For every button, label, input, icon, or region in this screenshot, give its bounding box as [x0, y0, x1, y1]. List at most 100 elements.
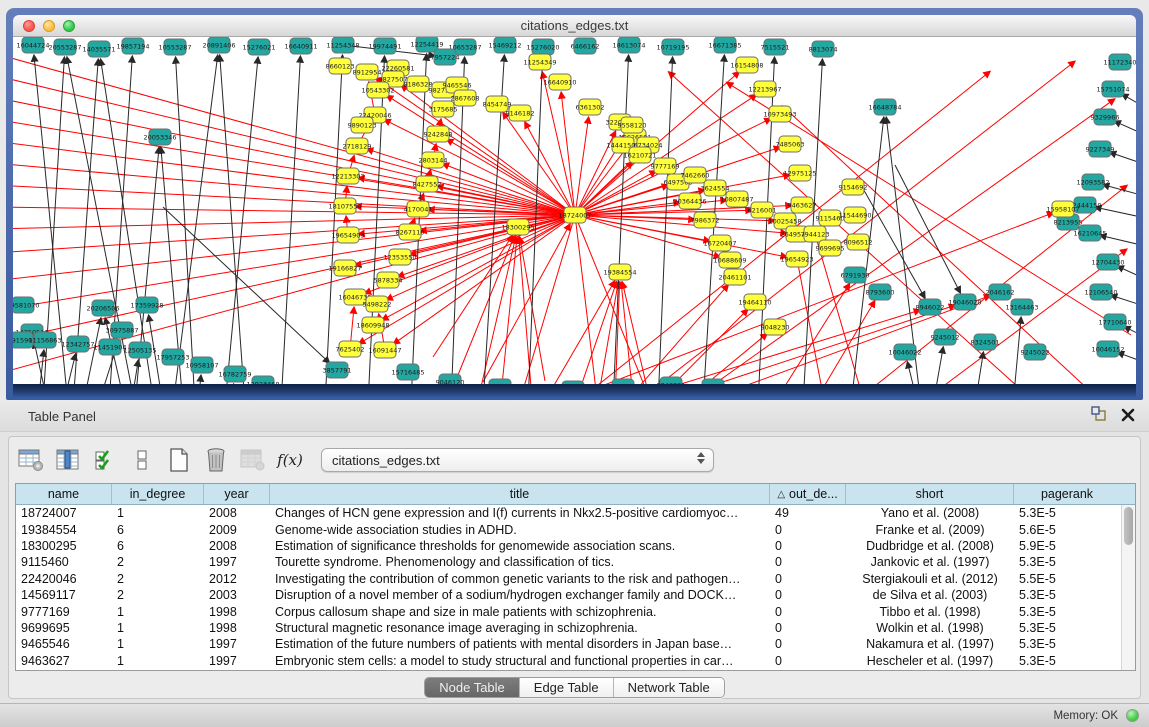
table-row[interactable]: 969969511998Structural magnetic resonanc… [16, 620, 1135, 636]
graph-node[interactable]: 9245012 [931, 329, 960, 345]
graph-edge[interactable] [220, 55, 245, 384]
graph-node[interactable]: 2718129 [343, 138, 372, 154]
graph-edge[interactable] [38, 350, 44, 384]
column-header-pagerank[interactable]: pagerank [1014, 484, 1120, 504]
graph-node[interactable]: 19046020 [948, 294, 981, 310]
tab-network-table[interactable]: Network Table [614, 678, 724, 697]
table-row[interactable]: 1830029562008Estimation of significance … [16, 538, 1135, 554]
graph-node[interactable]: 19166827 [328, 260, 361, 276]
graph-node[interactable]: 15751074 [1096, 81, 1129, 97]
graph-edge[interactable] [503, 112, 575, 215]
column-header-title[interactable]: title [270, 484, 770, 504]
graph-node[interactable]: 12093582 [1076, 174, 1109, 190]
graph-node[interactable]: 4170041 [404, 201, 433, 217]
graph-node[interactable]: 8346221 [657, 377, 686, 384]
graph-node[interactable]: 9227349 [1086, 141, 1115, 157]
graph-edge[interactable] [481, 237, 516, 384]
graph-node[interactable]: 15276021 [242, 39, 275, 55]
graph-node[interactable]: 20461101 [718, 269, 751, 285]
show-column-button[interactable] [54, 446, 82, 474]
graph-node[interactable]: 19857194 [116, 38, 149, 54]
graph-node[interactable]: 9890123 [348, 117, 377, 133]
graph-edge[interactable] [13, 215, 575, 280]
graph-node[interactable]: 5498222 [363, 296, 392, 312]
graph-edge[interactable] [325, 55, 343, 384]
graph-node[interactable]: 9777169 [651, 158, 680, 174]
column-header-in-degree[interactable]: in_degree [112, 484, 204, 504]
graph-node[interactable]: 10958107 [185, 357, 218, 373]
graph-node[interactable]: 9154692 [839, 179, 868, 195]
graph-node[interactable]: 9329966 [1091, 109, 1120, 125]
graph-edge[interactable] [561, 92, 575, 215]
graph-node[interactable]: 15716485 [391, 364, 424, 380]
network-canvas[interactable]: 1604472420553287140355711985719410553287… [13, 37, 1136, 384]
graph-node[interactable]: 7625402 [336, 341, 365, 357]
graph-edge[interactable] [225, 57, 258, 384]
graph-edge[interactable] [501, 237, 517, 384]
graph-edge[interactable] [975, 352, 983, 384]
graph-edge[interactable] [386, 95, 575, 215]
graph-edge[interactable] [653, 309, 748, 384]
function-builder-button[interactable]: f(x) [276, 446, 304, 474]
table-row[interactable]: 2242004622012Investigating the contribut… [16, 571, 1135, 587]
graph-node[interactable]: 16154808 [730, 57, 763, 73]
graph-node[interactable]: 5878334 [374, 272, 403, 288]
memory-status-indicator[interactable] [1126, 709, 1139, 722]
graph-node[interactable]: 8096512 [844, 234, 873, 250]
graph-node[interactable]: 18609948 [356, 317, 389, 333]
graph-node[interactable]: 16640910 [543, 74, 576, 90]
graph-edge[interactable] [483, 224, 570, 382]
graph-node[interactable]: 6791930 [841, 267, 870, 283]
graph-node[interactable]: 8660123 [326, 58, 355, 74]
graph-node[interactable]: 11254349 [523, 54, 556, 70]
graph-edge[interactable] [1122, 94, 1136, 105]
graph-edge[interactable] [198, 375, 201, 384]
graph-node[interactable]: 3175685 [429, 101, 458, 117]
graph-node[interactable]: 30975887 [105, 322, 138, 338]
graph-edge[interactable] [442, 164, 575, 215]
graph-node[interactable]: 12342757 [61, 336, 94, 352]
graph-node[interactable]: 19654923 [780, 251, 813, 267]
graph-node[interactable]: 2867608 [451, 90, 480, 106]
graph-node[interactable]: 18613074 [612, 37, 645, 53]
graph-edge[interactable] [1117, 352, 1136, 361]
graph-edge[interactable] [575, 215, 787, 257]
graph-edge[interactable] [519, 237, 531, 384]
delete-column-button-disabled[interactable] [239, 446, 267, 474]
graph-edge[interactable] [681, 333, 767, 384]
graph-node[interactable]: 8267110 [396, 224, 425, 240]
table-row[interactable]: 911546021997Tourette syndrome. Phenomeno… [16, 554, 1135, 570]
graph-node[interactable]: 20891406 [202, 37, 235, 53]
graph-node[interactable]: 17359928 [130, 297, 163, 313]
column-header-year[interactable]: year [204, 484, 270, 504]
graph-edge[interactable] [918, 249, 1127, 384]
table-settings-button[interactable] [17, 446, 45, 474]
graph-node[interactable]: 8813074 [809, 41, 838, 57]
graph-node[interactable]: 20053346 [143, 129, 176, 145]
graph-node[interactable]: 15276020 [526, 39, 559, 55]
graph-node[interactable]: 16044724 [16, 37, 49, 53]
graph-node[interactable]: 9242848 [424, 126, 453, 142]
graph-node[interactable]: 10719195 [656, 39, 689, 55]
graph-node[interactable]: 2803144 [419, 152, 448, 168]
network-window-titlebar[interactable]: citations_edges.txt [13, 15, 1136, 37]
close-panel-icon[interactable] [1121, 408, 1135, 425]
graph-node[interactable]: 9463627 [788, 197, 817, 213]
graph-node[interactable]: 7986372 [691, 212, 720, 228]
graph-node[interactable]: 6361302 [576, 99, 605, 115]
new-table-button[interactable] [165, 446, 193, 474]
graph-edge[interactable] [1111, 295, 1136, 305]
graph-node[interactable]: 10688609 [713, 252, 746, 268]
graph-edge[interactable] [542, 72, 575, 215]
table-row[interactable]: 977716911998Corpus callosum shape and si… [16, 603, 1135, 619]
graph-node[interactable]: 10046152 [1091, 341, 1124, 357]
graph-node[interactable]: 12106540 [1084, 284, 1117, 300]
graph-edge[interactable] [281, 56, 300, 384]
table-row[interactable]: 1872400712008Changes of HCN gene express… [16, 505, 1135, 521]
graph-node[interactable]: 11451904 [93, 339, 126, 355]
graph-node[interactable]: 16720407 [703, 235, 736, 251]
graph-node[interactable]: 6216001 [748, 202, 777, 218]
table-chooser-dropdown[interactable]: citations_edges.txt [321, 448, 714, 472]
graph-node[interactable]: 8046231 [486, 379, 515, 384]
graph-node[interactable]: 16640911 [284, 38, 317, 54]
